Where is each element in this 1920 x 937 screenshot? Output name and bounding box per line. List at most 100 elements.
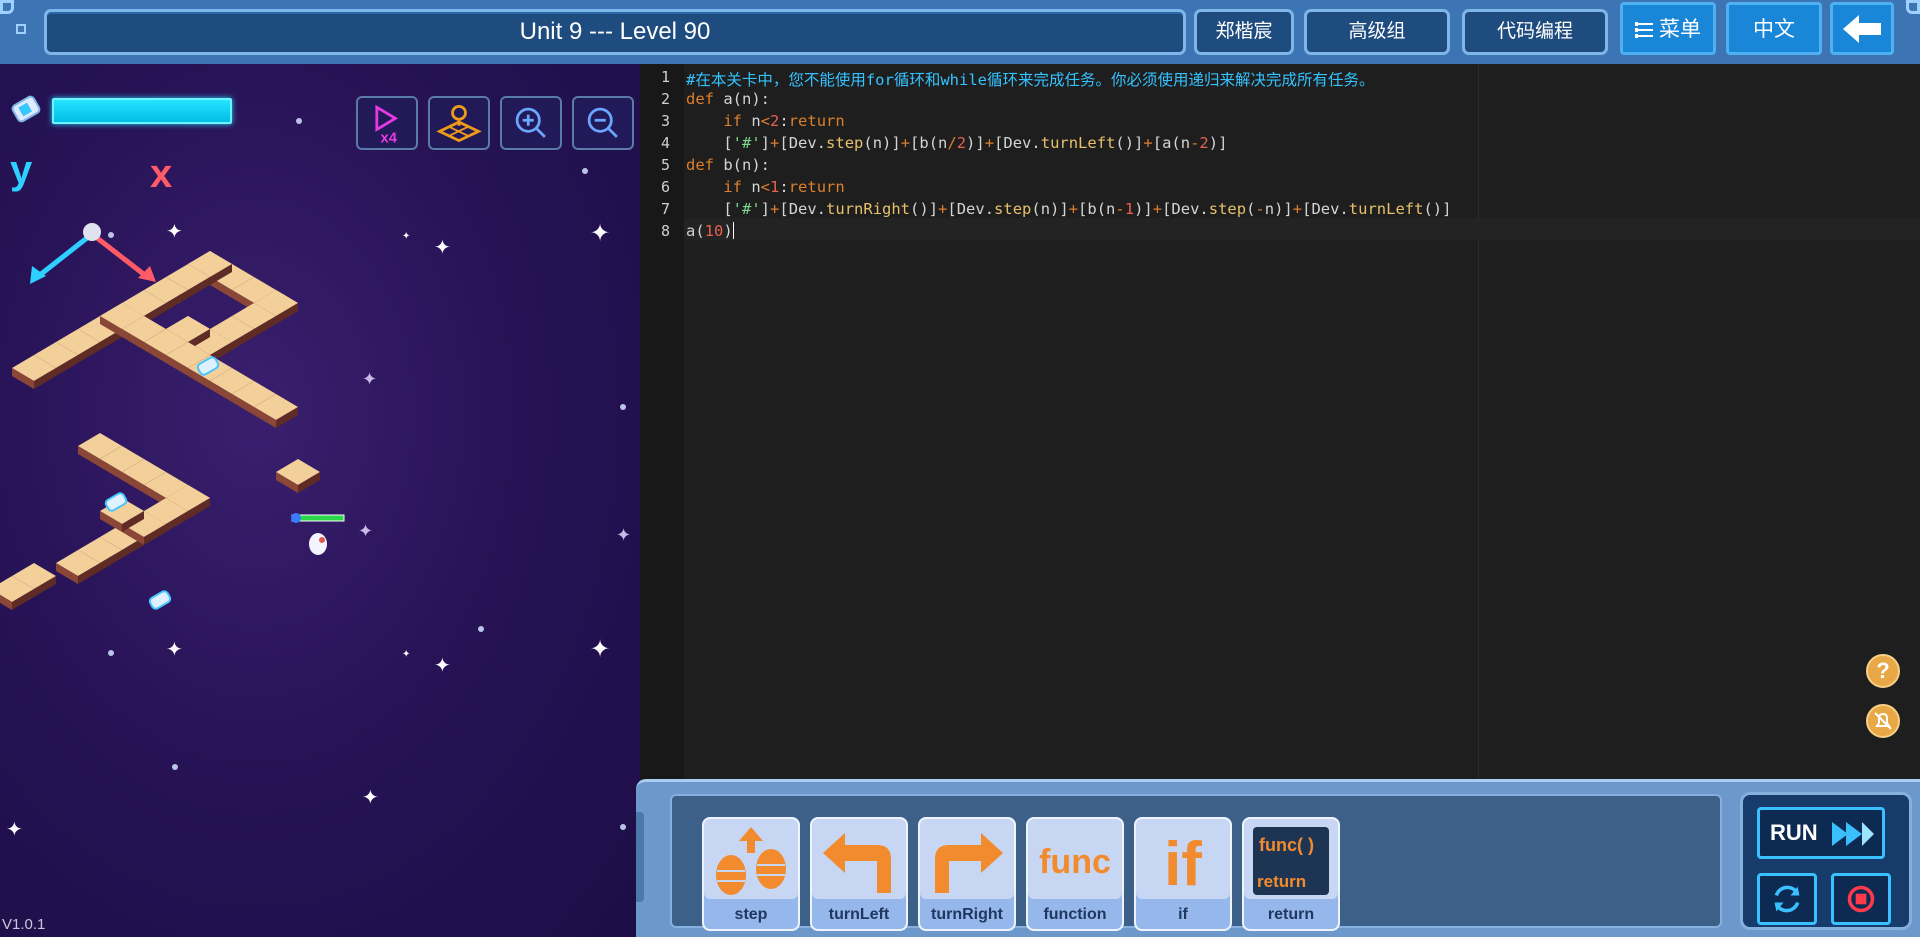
level-title: Unit 9 --- Level 90 [44,9,1186,55]
frame-corner-left [0,0,14,14]
fast-forward-icon [1832,822,1874,846]
star-decoration: ✦ [590,636,611,663]
back-button[interactable] [1830,2,1894,55]
code-token: [Dev. [1162,200,1209,218]
code-token: + [1292,200,1303,218]
code-token: n)] [1264,200,1293,218]
bell-off-icon [1874,712,1892,730]
star-dot [582,168,588,174]
code-token: 2 [1199,134,1209,152]
code-line-3[interactable]: if n<2:return [686,112,844,130]
game-viewport[interactable]: x4 y x ✦ ✦ ✦ ✦ ✦ ✦ ✦ ✦ ✦ ✦ ✦ ✦ ✦ V1.0.1 [0,64,640,937]
star-decoration: ✦ [434,655,451,677]
speed-x4-icon: x4 [375,104,399,146]
star-dot [296,118,302,124]
stop-button[interactable] [1831,873,1891,925]
axis-y-label: y [10,148,33,192]
turn-right-block[interactable]: turnRight [918,817,1016,931]
code-token: [Dev. [779,200,827,218]
code-editor[interactable]: 1 2 3 4 5 6 7 8 #在本关卡中，您不能使用for循环和while循… [640,64,1920,779]
code-line-2[interactable]: def a(n): [686,90,770,108]
code-line-7[interactable]: ['#']+[Dev.turnRight()]+[Dev.step(n)]+[b… [686,200,1451,218]
line-number: 7 [660,200,670,218]
star-decoration: ✦ [402,231,411,242]
menu-label: 菜单 [1659,18,1701,41]
star-decoration: ✦ [362,369,378,389]
step-block[interactable]: step [702,817,800,931]
code-token: ()] [1115,134,1144,152]
code-line-1[interactable]: #在本关卡中，您不能使用for循环和while循环来完成任务。你必须使用递归来解… [686,68,1375,90]
code-token: [b(n [910,134,948,152]
footsteps-icon [716,827,786,895]
code-token: ()] [910,200,939,218]
command-palette-panel: step turnLeft turnRight func function if… [636,779,1920,937]
code-token: + [900,134,911,152]
code-token: 1 [1124,200,1135,218]
code-token: + [1143,134,1153,152]
code-line-4[interactable]: ['#']+[Dev.step(n)]+[b(n/2)]+[Dev.turnLe… [686,134,1227,152]
star-dot [620,404,626,410]
code-token: [Dev. [994,134,1041,152]
code-token: + [938,200,948,218]
turn-right-arrow-icon [935,833,1003,893]
code-token: - [1190,134,1200,152]
map-view-button[interactable] [428,96,490,150]
line-number: 8 [660,222,670,240]
code-token: + [1152,200,1163,218]
code-line-6[interactable]: if n<1:return [686,178,845,196]
block-label: turnRight [931,906,1003,923]
code-line-5[interactable]: def b(n): [686,156,770,174]
code-token: a( [686,222,705,240]
if-icon-text: if [1164,830,1202,899]
function-block[interactable]: func function [1026,817,1124,931]
mode-button[interactable]: 代码编程 [1462,9,1608,55]
help-icon[interactable]: ? [1866,654,1900,688]
editor-print-margin [1478,64,1479,779]
code-token: n [742,178,761,196]
code-token: ()] [1423,200,1452,218]
code-token: if [723,178,742,196]
code-comment: #在本关卡中，您不能使用for循环和while循环来完成任务。你必须使用递归来解… [686,71,1375,89]
star-dot [620,824,626,830]
star-decoration: ✦ [434,237,451,259]
line-number: 4 [660,134,670,152]
language-button[interactable]: 中文 [1726,2,1822,55]
code-token: )] [1208,134,1228,152]
return-block[interactable]: func( ) return return [1242,817,1340,931]
code-token: return [788,178,845,196]
code-token: - [1115,200,1125,218]
code-line-8[interactable]: a(10) [686,222,734,240]
code-token: def [686,90,714,108]
if-block[interactable]: if if [1134,817,1232,931]
frame-corner-dot [16,24,26,34]
code-token: 10 [704,222,724,240]
panel-handle[interactable] [636,812,644,902]
if-icon: if [1164,830,1202,899]
zoom-in-button[interactable] [500,96,562,150]
energy-bar [52,98,232,124]
run-button[interactable]: RUN [1757,807,1885,859]
star-decoration: ✦ [590,220,611,247]
code-token: [ [686,200,733,218]
code-token: [b(n [1078,200,1116,218]
turn-left-block[interactable]: turnLeft [810,817,908,931]
code-token: ] [760,200,771,218]
user-name-button[interactable]: 郑楷宸 [1194,9,1294,55]
line-number: 5 [660,156,670,174]
speed-button[interactable]: x4 [356,96,418,150]
axis-x-label: x [150,152,173,196]
map-grid-icon [436,104,482,143]
reset-button[interactable] [1757,873,1817,925]
code-token: 2 [770,112,780,130]
menu-button[interactable]: 菜单 [1620,2,1716,55]
stop-icon [1847,885,1875,913]
code-token: )] [1134,200,1153,218]
group-button[interactable]: 高级组 [1304,9,1450,55]
star-decoration: ✦ [616,525,632,545]
code-token: (n)] [863,134,901,152]
code-token: 2 [956,134,967,152]
code-token: turnLeft [1348,200,1424,218]
mute-icon[interactable] [1866,704,1900,738]
zoom-out-button[interactable] [572,96,634,150]
